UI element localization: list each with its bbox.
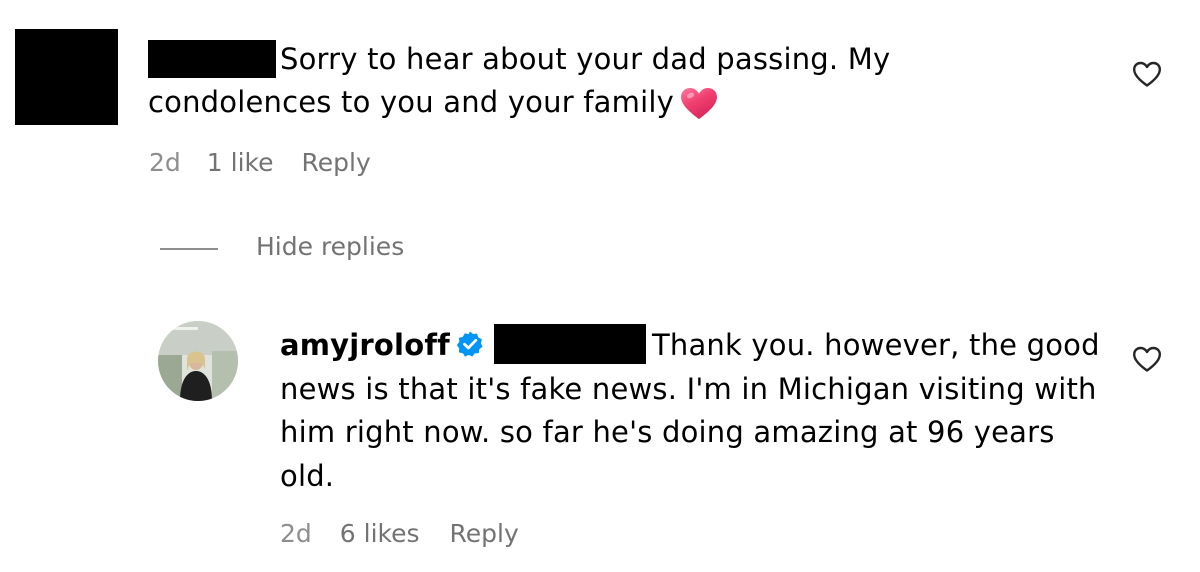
reply-likes-count[interactable]: 6 likes [340, 519, 420, 548]
verified-badge-icon [456, 327, 484, 357]
reply-timestamp[interactable]: 2d [280, 519, 312, 548]
reply-reply-button[interactable]: Reply [450, 519, 519, 548]
avatar-redacted [15, 29, 118, 125]
hide-replies-button[interactable]: Hide replies [256, 232, 404, 261]
replies-divider-line [160, 248, 218, 250]
reply-meta: 2d 6 likes Reply [280, 519, 519, 548]
redacted-mention [493, 324, 646, 364]
comment-meta: 2d 1 like Reply [149, 148, 371, 177]
comment-likes-count[interactable]: 1 like [207, 148, 274, 177]
like-comment-heart-icon[interactable] [1132, 60, 1162, 88]
reply-body: amyjroloff Thank you. however, the good … [280, 324, 1110, 498]
avatar[interactable] [158, 321, 238, 401]
reply-username[interactable]: amyjroloff [280, 328, 450, 362]
comment-timestamp[interactable]: 2d [149, 148, 181, 177]
red-heart-emoji-icon [680, 87, 718, 121]
comment-reply-button[interactable]: Reply [302, 148, 371, 177]
like-reply-heart-icon[interactable] [1132, 345, 1162, 373]
comment-body: Sorry to hear about your dad passing. My… [148, 38, 1048, 124]
redacted-username [148, 40, 276, 78]
